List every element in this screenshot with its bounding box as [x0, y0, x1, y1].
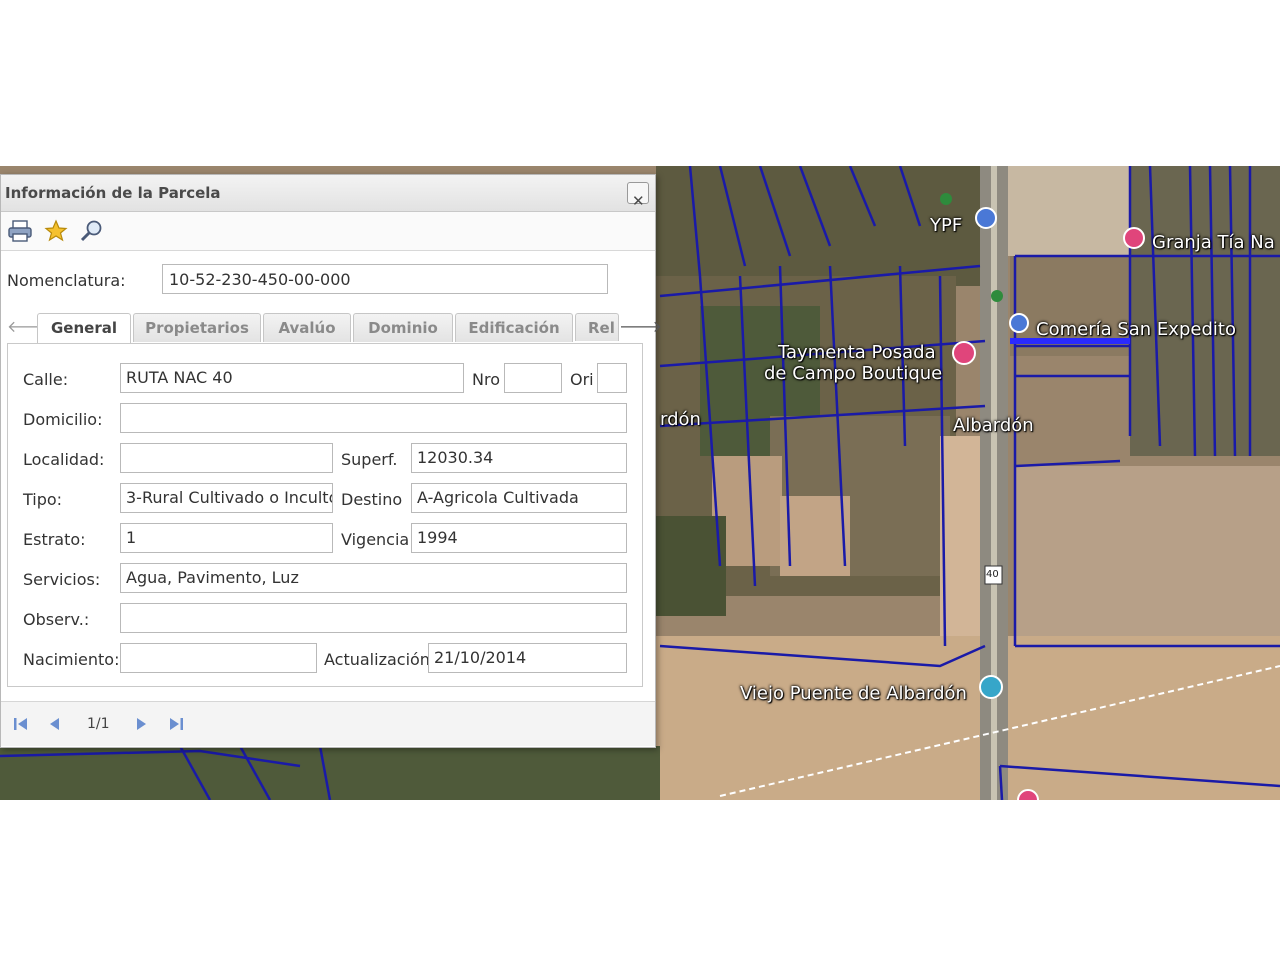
map-label-granja: Granja Tía Na: [1152, 232, 1275, 253]
nro-label: Nro: [472, 370, 500, 389]
domicilio-field[interactable]: [120, 403, 627, 433]
observ-label: Observ.:: [23, 610, 90, 629]
tab-avaluo[interactable]: Avalúo: [263, 313, 351, 342]
destino-label: Destino: [341, 490, 403, 509]
close-button[interactable]: ✕: [627, 182, 649, 210]
tab-dominio[interactable]: Dominio: [353, 313, 453, 342]
nro-field[interactable]: [504, 363, 562, 393]
next-page-icon[interactable]: [131, 714, 151, 734]
dialog-title: Información de la Parcela: [5, 184, 221, 202]
last-page-icon[interactable]: [166, 714, 186, 734]
tab-general[interactable]: General: [37, 313, 131, 344]
first-page-icon[interactable]: [11, 714, 31, 734]
servicios-field[interactable]: Agua, Pavimento, Luz: [120, 563, 627, 593]
vigencia-label: Vigencia: [341, 530, 410, 549]
vigencia-field[interactable]: 1994: [411, 523, 627, 553]
tab-scroll-left-icon[interactable]: 🡐: [7, 313, 50, 341]
map-label-taymenta: Taymenta Posada: [778, 342, 936, 363]
map-label-puente: Viejo Puente de Albardón: [740, 683, 967, 704]
nomenclatura-label: Nomenclatura:: [7, 271, 126, 290]
tab-bar: 🡐 General Propietarios Avalúo Dominio Ed…: [7, 311, 662, 344]
close-icon: ✕: [632, 192, 645, 210]
map-label-albardon: Albardón: [953, 415, 1034, 436]
pager-bar: 1/1: [1, 701, 655, 746]
localidad-label: Localidad:: [23, 450, 105, 469]
route-shield: 40: [986, 569, 999, 580]
general-tab-panel: Calle: RUTA NAC 40 Nro Ori Domicilio: Lo…: [7, 343, 643, 687]
servicios-label: Servicios:: [23, 570, 101, 589]
map-label-taymenta-2: de Campo Boutique: [764, 363, 943, 384]
tab-propietarios[interactable]: Propietarios: [133, 313, 261, 342]
calle-label: Calle:: [23, 370, 69, 389]
print-icon[interactable]: [7, 219, 33, 243]
estrato-field[interactable]: 1: [120, 523, 333, 553]
tipo-field[interactable]: 3-Rural Cultivado o Inculto: [120, 483, 333, 513]
superf-field[interactable]: 12030.34: [411, 443, 627, 473]
tab-scroll-right-icon[interactable]: 🡒: [619, 313, 662, 341]
dialog-titlebar[interactable]: Información de la Parcela ✕: [1, 175, 655, 212]
ori-field[interactable]: [597, 363, 627, 393]
actualizacion-field[interactable]: 21/10/2014: [428, 643, 627, 673]
domicilio-label: Domicilio:: [23, 410, 103, 429]
parcel-info-dialog: Información de la Parcela ✕ Nomenclatura…: [0, 174, 662, 748]
estrato-label: Estrato:: [23, 530, 86, 549]
prev-page-icon[interactable]: [45, 714, 65, 734]
observ-field[interactable]: [120, 603, 627, 633]
ori-label: Ori: [570, 370, 594, 389]
destino-field[interactable]: A-Agricola Cultivada: [411, 483, 627, 513]
star-icon[interactable]: [43, 219, 69, 243]
tab-edificacion[interactable]: Edificación: [455, 313, 573, 342]
dialog-toolbar: [1, 212, 655, 251]
nacimiento-label: Nacimiento:: [23, 650, 120, 669]
tab-rel[interactable]: Rel: [575, 313, 619, 341]
actualizacion-label: Actualización: [324, 650, 430, 669]
nomenclatura-field[interactable]: [162, 264, 608, 294]
localidad-field[interactable]: [120, 443, 333, 473]
page-indicator: 1/1: [87, 716, 110, 732]
tipo-label: Tipo:: [23, 490, 63, 509]
zoom-icon[interactable]: [79, 219, 105, 243]
map-label-comeria: Comería San Expedito: [1036, 319, 1236, 340]
nacimiento-field[interactable]: [120, 643, 317, 673]
calle-field[interactable]: RUTA NAC 40: [120, 363, 464, 393]
map-label-rdon: rdón: [660, 409, 701, 430]
map-label-ypf: YPF: [930, 215, 963, 236]
superf-label: Superf.: [341, 450, 398, 469]
